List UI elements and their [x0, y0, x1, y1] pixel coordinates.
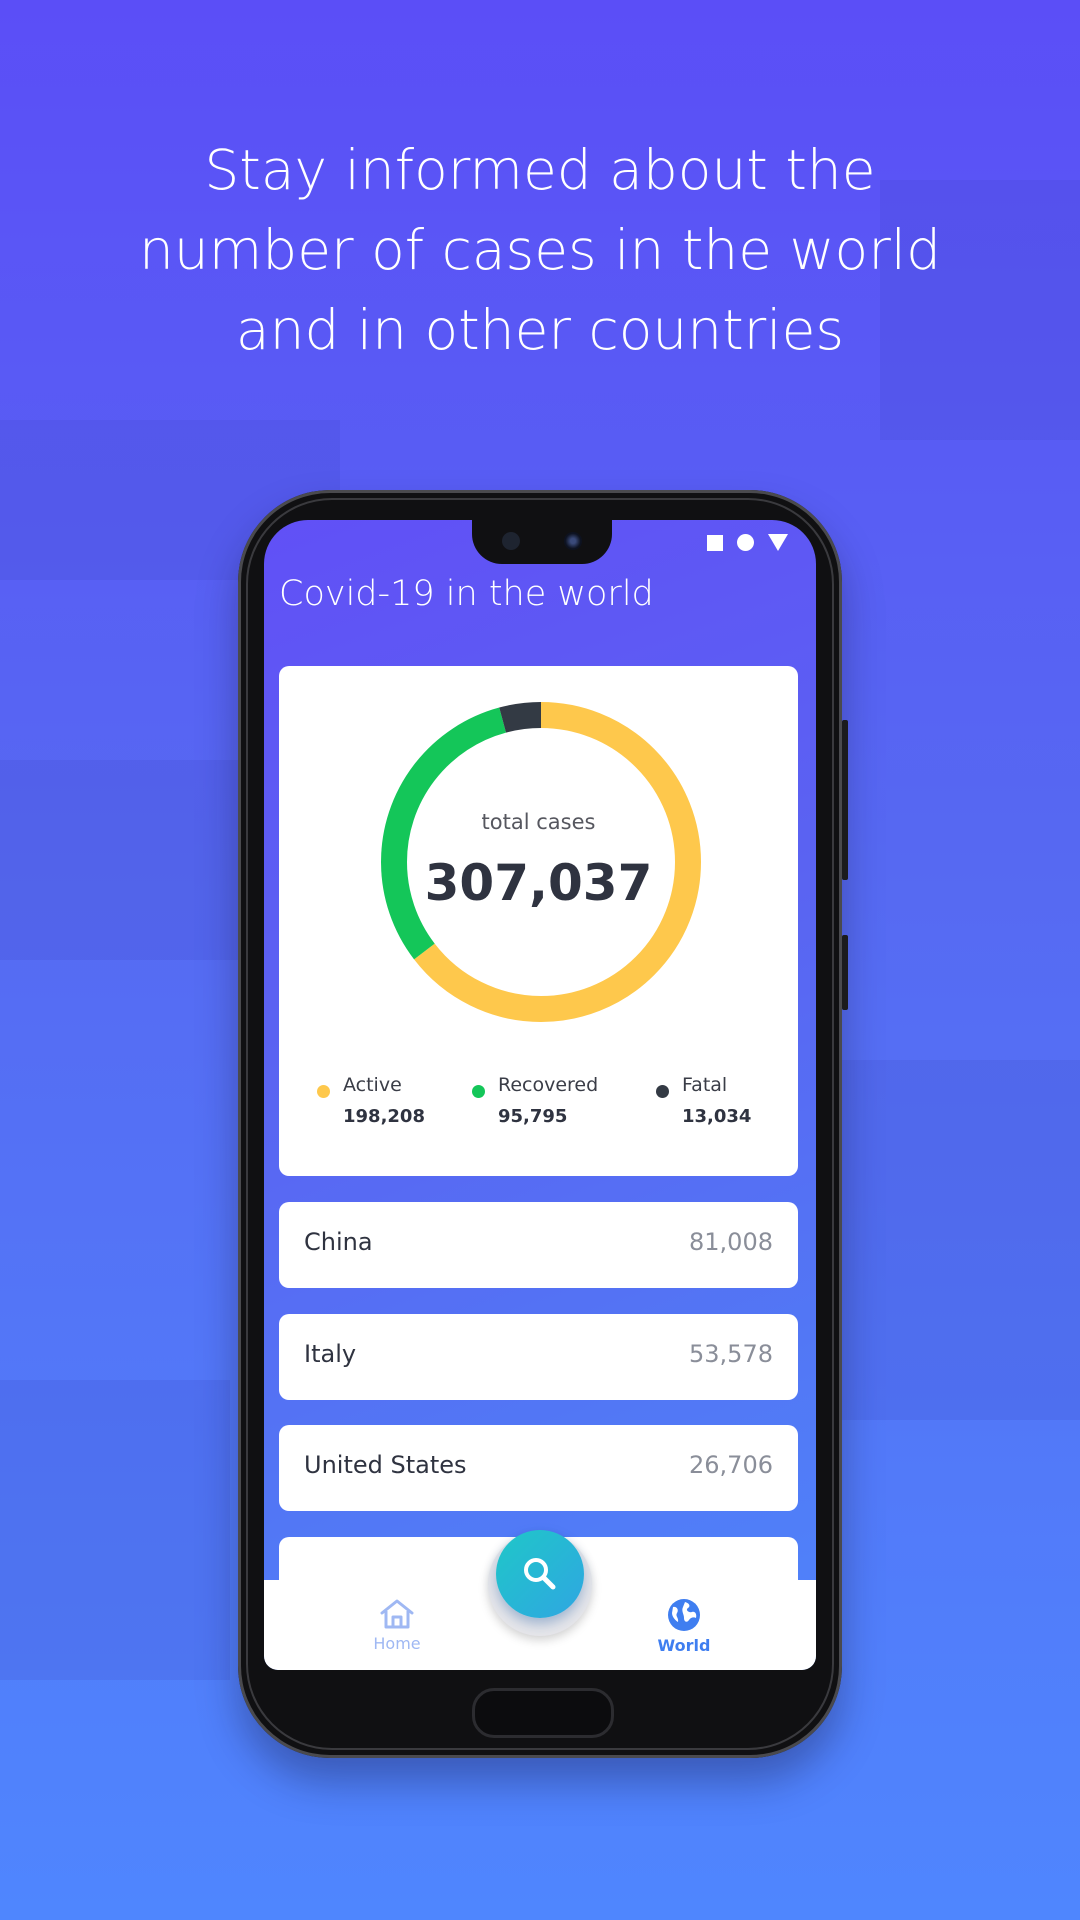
legend-value: 95,795 — [498, 1106, 568, 1127]
globe-icon — [668, 1599, 700, 1631]
country-name: United States — [304, 1451, 467, 1479]
volume-button — [842, 720, 848, 880]
status-bar — [707, 534, 788, 551]
nav-home[interactable]: Home — [337, 1598, 457, 1653]
nav-world[interactable]: World — [624, 1598, 744, 1655]
country-name: China — [304, 1228, 373, 1256]
legend-value: 198,208 — [343, 1106, 425, 1127]
phone-frame: Covid-19 in the world total cases 307,03… — [238, 490, 848, 1758]
legend-label: Recovered — [498, 1074, 599, 1096]
sensor — [502, 532, 520, 550]
headline-line-2: number of cases in the world — [138, 218, 941, 282]
total-cases-label: total cases — [481, 810, 596, 834]
background-shape — [0, 760, 260, 960]
search-button[interactable] — [496, 1530, 584, 1618]
back-triangle-icon — [768, 534, 788, 551]
country-row-italy[interactable]: Italy 53,578 — [279, 1314, 798, 1400]
phone-home-button — [472, 1688, 614, 1738]
search-icon — [524, 1558, 556, 1590]
country-row-united-states[interactable]: United States 26,706 — [279, 1425, 798, 1511]
country-cases: 53,578 — [689, 1340, 773, 1368]
legend-dot-recovered — [472, 1085, 485, 1098]
power-button — [842, 935, 848, 1010]
headline: Stay informed about the number of cases … — [0, 130, 1080, 370]
phone-screen: Covid-19 in the world total cases 307,03… — [264, 520, 816, 1670]
recent-apps-icon — [707, 534, 723, 551]
summary-card: total cases 307,037 Active 198,208 Recov… — [279, 666, 798, 1176]
legend-dot-fatal — [656, 1085, 669, 1098]
headline-line-1: Stay informed about the — [204, 138, 876, 202]
legend-label: Active — [343, 1074, 402, 1096]
home-icon — [380, 1599, 414, 1629]
page-title: Covid-19 in the world — [279, 574, 654, 614]
headline-line-3: and in other countries — [235, 298, 845, 362]
legend-label: Fatal — [682, 1074, 728, 1096]
legend-dot-active — [317, 1085, 330, 1098]
legend-value: 13,034 — [682, 1106, 752, 1127]
total-cases-value: 307,037 — [424, 854, 653, 912]
country-name: Italy — [304, 1340, 357, 1368]
background-shape — [0, 1380, 230, 1680]
nav-home-label: Home — [373, 1634, 421, 1653]
home-circle-icon — [737, 534, 754, 551]
country-cases: 26,706 — [689, 1451, 773, 1479]
nav-world-label: World — [657, 1636, 711, 1655]
front-camera — [564, 532, 582, 550]
country-cases: 81,008 — [689, 1228, 773, 1256]
notch — [472, 520, 612, 564]
background-shape — [820, 1060, 1080, 1420]
country-row-china[interactable]: China 81,008 — [279, 1202, 798, 1288]
